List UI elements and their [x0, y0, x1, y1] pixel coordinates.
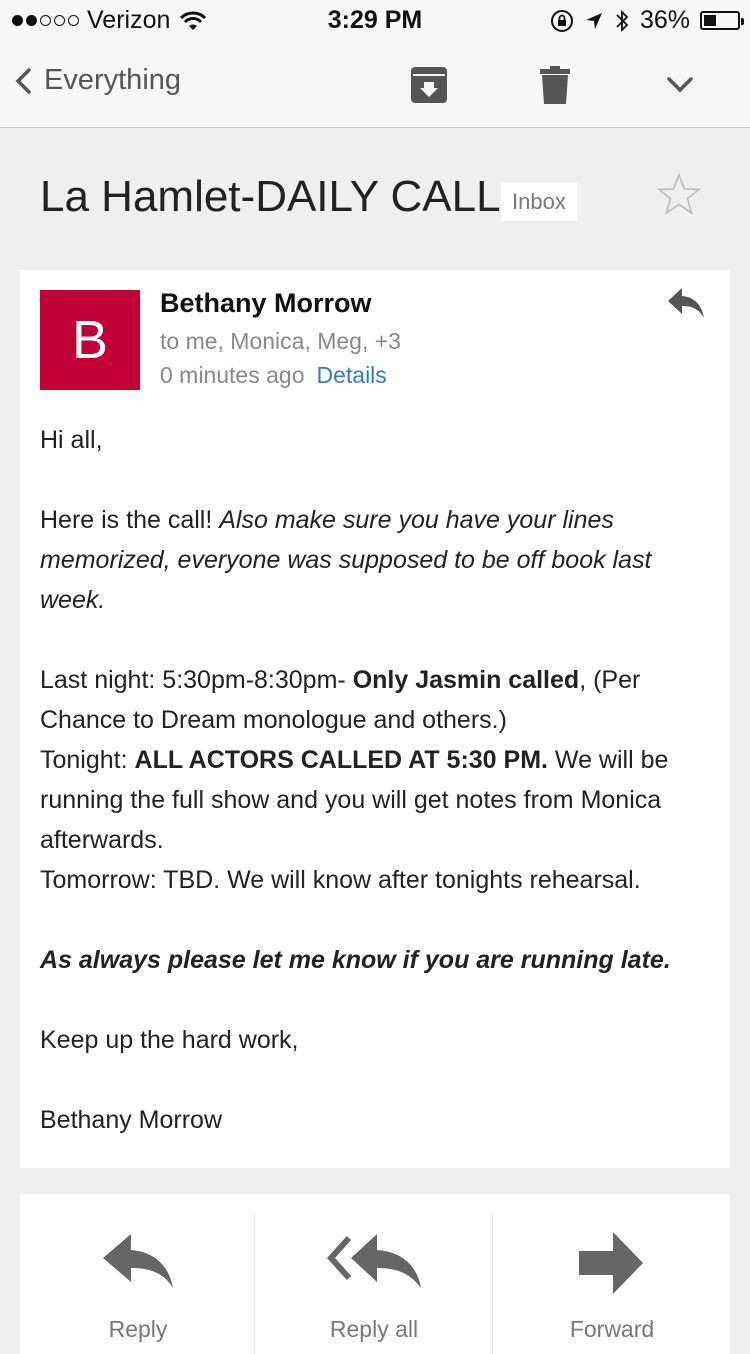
chevron-left-icon	[15, 67, 31, 94]
body-signature: Bethany Morrow	[40, 1106, 223, 1134]
reply-all-action-button[interactable]: Reply all	[256, 1194, 492, 1354]
delete-button[interactable]	[540, 66, 570, 109]
reply-button[interactable]	[666, 286, 706, 325]
reply-icon	[668, 288, 704, 318]
body-reminder: As always please let me know if you are …	[40, 946, 671, 974]
email-subject: La Hamlet-DAILY CALL	[40, 172, 501, 221]
avatar: B	[40, 290, 140, 390]
message-meta: 0 minutes ago Details	[160, 362, 387, 389]
location-arrow-icon	[585, 12, 602, 29]
battery-percent: 36%	[639, 6, 690, 34]
inbox-label-badge[interactable]: Inbox	[501, 183, 577, 221]
subject-row: La Hamlet-DAILY CALL Inbox	[40, 172, 730, 232]
body-closing: Keep up the hard work,	[40, 1026, 299, 1054]
back-label: Everything	[44, 64, 182, 96]
recipients-line: to me, Monica, Meg, +3	[160, 328, 401, 354]
forward-label: Forward	[569, 1316, 655, 1342]
body-intro: Here is the call! Also make sure you hav…	[40, 506, 652, 614]
body-greeting: Hi all,	[40, 426, 103, 454]
details-link[interactable]: Details	[316, 362, 386, 388]
body-tonight: Tonight: ALL ACTORS CALLED AT 5:30 PM. W…	[40, 746, 669, 854]
bluetooth-icon	[616, 9, 629, 32]
more-button[interactable]	[666, 76, 694, 99]
status-bar: Verizon 3:29 PM 36%	[0, 0, 750, 40]
reply-icon	[103, 1234, 173, 1288]
orientation-lock-icon	[550, 9, 573, 32]
chevron-down-icon	[667, 77, 693, 93]
reply-all-label: Reply all	[329, 1316, 419, 1342]
back-button[interactable]: Everything	[14, 64, 181, 97]
archive-icon	[411, 67, 447, 103]
message-actions: Reply Reply all Forward	[20, 1194, 730, 1354]
reply-label: Reply	[108, 1316, 168, 1342]
forward-action-button[interactable]: Forward	[494, 1194, 730, 1354]
status-right: 36%	[550, 6, 744, 35]
star-button[interactable]	[656, 172, 702, 223]
trash-icon	[540, 66, 570, 104]
reply-action-button[interactable]: Reply	[20, 1194, 256, 1354]
message-card: B Bethany Morrow to me, Monica, Meg, +3 …	[20, 270, 730, 1168]
toolbar: Everything	[0, 40, 750, 128]
reply-all-icon	[326, 1234, 421, 1288]
archive-button[interactable]	[410, 66, 448, 109]
message-time: 0 minutes ago	[160, 362, 305, 388]
star-icon	[656, 172, 702, 215]
message-body: Hi all, Here is the call! Also make sure…	[40, 420, 705, 1140]
sender-name: Bethany Morrow	[160, 288, 372, 318]
forward-icon	[579, 1232, 643, 1294]
body-last-night: Last night: 5:30pm-8:30pm- Only Jasmin c…	[40, 666, 641, 734]
body-tomorrow: Tomorrow: TBD. We will know after tonigh…	[40, 866, 641, 894]
battery-icon	[700, 11, 744, 30]
